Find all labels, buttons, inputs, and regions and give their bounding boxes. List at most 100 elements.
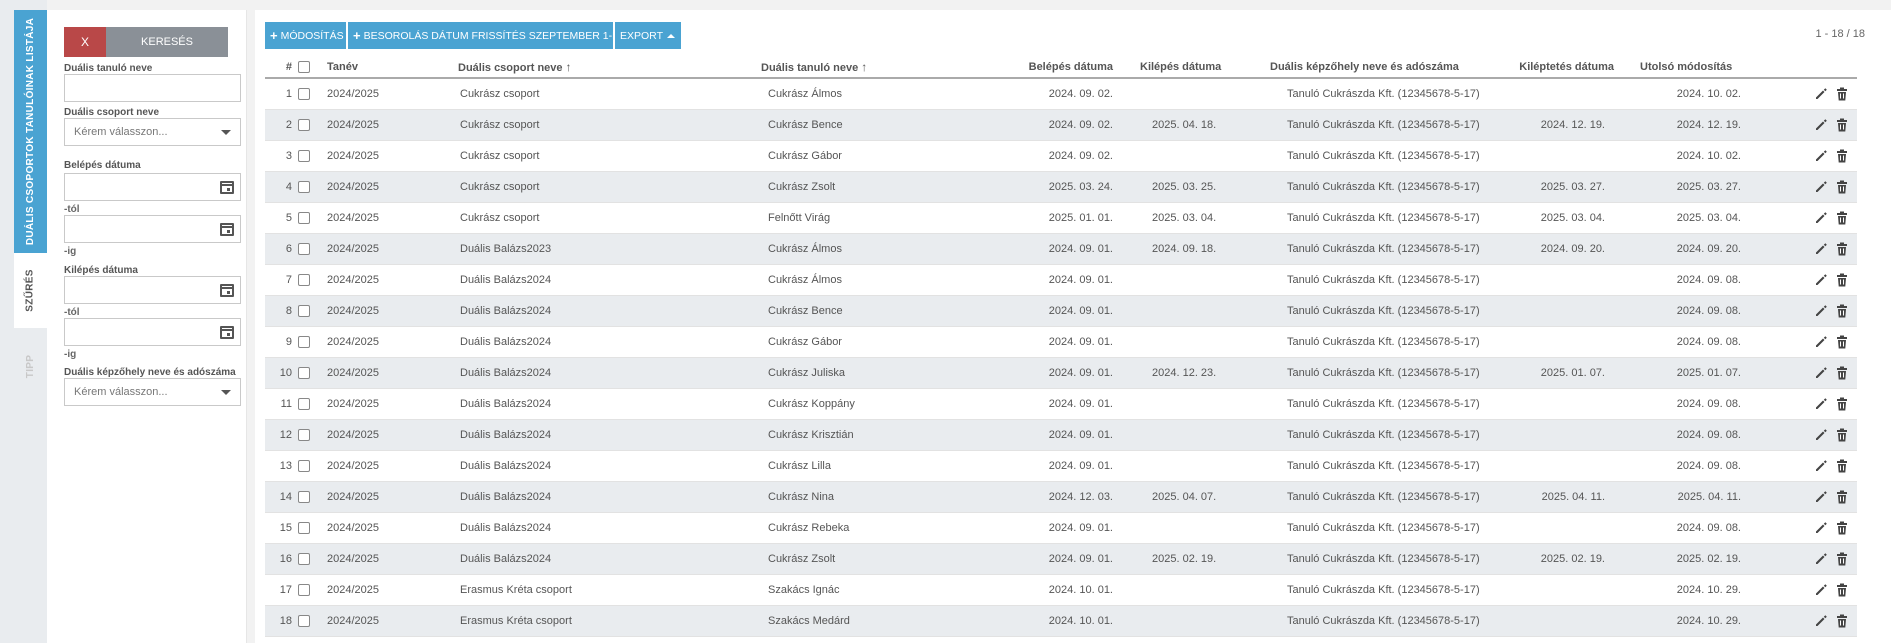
- table-row[interactable]: 5 2024/2025 Cukrász csoport Felnőtt Virág 20…: [265, 202, 1857, 234]
- row-select[interactable]: [298, 481, 318, 513]
- calendar-icon[interactable]: [220, 326, 234, 339]
- row-checkbox[interactable]: [298, 304, 310, 317]
- pencil-icon[interactable]: [1814, 118, 1827, 132]
- refresh-date-button[interactable]: + BESOROLÁS DÁTUM FRISSÍTÉS SZEPTEMBER 1…: [348, 22, 627, 49]
- table-row[interactable]: 1 2024/2025 Cukrász csoport Cukrász Álmos 20…: [265, 78, 1857, 110]
- trash-icon[interactable]: [1835, 428, 1847, 442]
- col-header-entry[interactable]: Belépés dátuma: [1013, 57, 1127, 79]
- row-checkbox[interactable]: [298, 552, 310, 565]
- table-row[interactable]: 16 2024/2025 Duális Balázs2024 Cukrász Zsol…: [265, 543, 1857, 575]
- col-header-group[interactable]: Duális csoport neve ↑: [446, 57, 738, 79]
- col-header-select[interactable]: [298, 57, 318, 79]
- trash-icon[interactable]: [1835, 242, 1847, 256]
- pencil-icon[interactable]: [1814, 242, 1827, 256]
- row-checkbox[interactable]: [298, 242, 310, 255]
- trash-icon[interactable]: [1835, 304, 1847, 318]
- pencil-icon[interactable]: [1814, 273, 1827, 287]
- calendar-icon[interactable]: [220, 284, 234, 297]
- table-row[interactable]: 2 2024/2025 Cukrász csoport Cukrász Bence 20…: [265, 109, 1857, 141]
- table-row[interactable]: 12 2024/2025 Duális Balázs2024 Cukrász Kris…: [265, 419, 1857, 451]
- clear-filter-button[interactable]: X: [64, 27, 106, 57]
- trash-icon[interactable]: [1835, 149, 1847, 163]
- pencil-icon[interactable]: [1814, 211, 1827, 225]
- col-header-exit[interactable]: Kilépés dátuma: [1127, 57, 1257, 79]
- row-select[interactable]: [298, 605, 318, 637]
- row-checkbox[interactable]: [298, 149, 310, 162]
- row-select[interactable]: [298, 233, 318, 265]
- table-row[interactable]: 4 2024/2025 Cukrász csoport Cukrász Zsolt 20…: [265, 171, 1857, 203]
- table-row[interactable]: 17 2024/2025 Erasmus Kréta csoport Szakács …: [265, 574, 1857, 606]
- chevron-down-icon[interactable]: [212, 379, 240, 405]
- trash-icon[interactable]: [1835, 180, 1847, 194]
- row-select[interactable]: [298, 574, 318, 606]
- pencil-icon[interactable]: [1814, 180, 1827, 194]
- pencil-icon[interactable]: [1814, 428, 1827, 442]
- pencil-icon[interactable]: [1814, 614, 1827, 628]
- trash-icon[interactable]: [1835, 118, 1847, 132]
- trash-icon[interactable]: [1835, 211, 1847, 225]
- col-header-dropout[interactable]: Kiléptetés dátuma: [1496, 57, 1624, 79]
- row-select[interactable]: [298, 202, 318, 234]
- pencil-icon[interactable]: [1814, 490, 1827, 504]
- workplace-select[interactable]: Kérem válasszon...: [64, 378, 241, 406]
- col-header-student[interactable]: Duális tanuló neve ↑: [738, 57, 1013, 79]
- entry-date-from-input[interactable]: [64, 173, 241, 201]
- table-row[interactable]: 13 2024/2025 Duális Balázs2024 Cukrász Lill…: [265, 450, 1857, 482]
- table-row[interactable]: 14 2024/2025 Duális Balázs2024 Cukrász Nina…: [265, 481, 1857, 513]
- exit-date-to-input[interactable]: [64, 318, 241, 346]
- row-select[interactable]: [298, 78, 318, 110]
- select-all-checkbox[interactable]: [298, 61, 310, 74]
- row-checkbox[interactable]: [298, 366, 310, 379]
- modify-button[interactable]: + MÓDOSÍTÁS: [265, 22, 346, 49]
- trash-icon[interactable]: [1835, 87, 1847, 101]
- row-checkbox[interactable]: [298, 118, 310, 131]
- tab-list[interactable]: DUÁLIS CSOPORTOK TANULÓINAK LISTÁJA: [14, 10, 47, 253]
- pencil-icon[interactable]: [1814, 149, 1827, 163]
- calendar-icon[interactable]: [220, 223, 234, 236]
- row-select[interactable]: [298, 109, 318, 141]
- row-select[interactable]: [298, 171, 318, 203]
- table-row[interactable]: 18 2024/2025 Erasmus Kréta csoport Szakács …: [265, 605, 1857, 637]
- trash-icon[interactable]: [1835, 273, 1847, 287]
- entry-date-to-input[interactable]: [64, 215, 241, 243]
- pencil-icon[interactable]: [1814, 304, 1827, 318]
- pencil-icon[interactable]: [1814, 87, 1827, 101]
- trash-icon[interactable]: [1835, 521, 1847, 535]
- table-row[interactable]: 7 2024/2025 Duális Balázs2024 Cukrász Álmos…: [265, 264, 1857, 296]
- pencil-icon[interactable]: [1814, 521, 1827, 535]
- row-checkbox[interactable]: [298, 335, 310, 348]
- trash-icon[interactable]: [1835, 583, 1847, 597]
- table-row[interactable]: 3 2024/2025 Cukrász csoport Cukrász Gábor 20…: [265, 140, 1857, 172]
- pencil-icon[interactable]: [1814, 552, 1827, 566]
- row-checkbox[interactable]: [298, 459, 310, 472]
- tab-filter[interactable]: SZŰRÉS: [14, 253, 47, 328]
- table-row[interactable]: 15 2024/2025 Duális Balázs2024 Cukrász Rebe…: [265, 512, 1857, 544]
- table-row[interactable]: 8 2024/2025 Duális Balázs2024 Cukrász Bence…: [265, 295, 1857, 327]
- row-select[interactable]: [298, 543, 318, 575]
- calendar-icon[interactable]: [220, 181, 234, 194]
- trash-icon[interactable]: [1835, 459, 1847, 473]
- table-row[interactable]: 11 2024/2025 Duális Balázs2024 Cukrász Kopp…: [265, 388, 1857, 420]
- col-header-year[interactable]: Tanév: [318, 57, 446, 79]
- row-select[interactable]: [298, 140, 318, 172]
- pencil-icon[interactable]: [1814, 397, 1827, 411]
- group-name-select[interactable]: Kérem válasszon...: [64, 118, 241, 146]
- table-row[interactable]: 10 2024/2025 Duális Balázs2024 Cukrász Juli…: [265, 357, 1857, 389]
- row-checkbox[interactable]: [298, 87, 310, 100]
- row-checkbox[interactable]: [298, 397, 310, 410]
- tab-tips[interactable]: TIPP: [14, 330, 47, 402]
- row-checkbox[interactable]: [298, 583, 310, 596]
- pencil-icon[interactable]: [1814, 366, 1827, 380]
- row-checkbox[interactable]: [298, 490, 310, 503]
- row-select[interactable]: [298, 295, 318, 327]
- trash-icon[interactable]: [1835, 366, 1847, 380]
- trash-icon[interactable]: [1835, 614, 1847, 628]
- trash-icon[interactable]: [1835, 335, 1847, 349]
- row-select[interactable]: [298, 450, 318, 482]
- row-checkbox[interactable]: [298, 180, 310, 193]
- table-row[interactable]: 9 2024/2025 Duális Balázs2024 Cukrász Gábor…: [265, 326, 1857, 358]
- exit-date-from-input[interactable]: [64, 276, 241, 304]
- row-select[interactable]: [298, 388, 318, 420]
- search-button[interactable]: KERESÉS: [106, 27, 228, 57]
- pencil-icon[interactable]: [1814, 459, 1827, 473]
